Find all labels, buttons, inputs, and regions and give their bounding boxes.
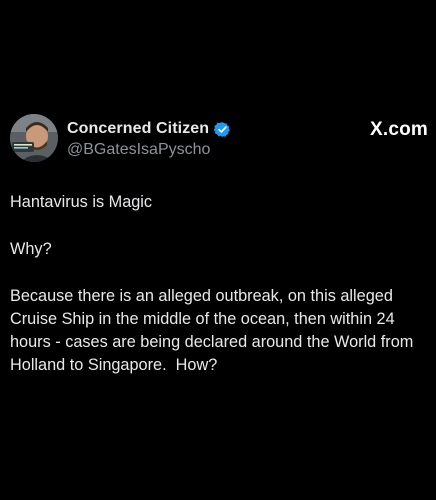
avatar[interactable] <box>10 114 58 162</box>
post-card: Concerned Citizen @BGatesIsaPyscho X.com… <box>0 0 436 500</box>
author-display-name[interactable]: Concerned Citizen <box>67 120 209 138</box>
avatar-image <box>10 114 58 162</box>
author-name-row: Concerned Citizen <box>67 120 231 138</box>
author-handle[interactable]: @BGatesIsaPyscho <box>67 141 210 159</box>
post-paragraph: Why? <box>10 240 52 258</box>
verified-badge-icon <box>214 121 231 138</box>
brand-logo: X.com <box>369 119 428 140</box>
post-body: Hantavirus is Magic Why? Because there i… <box>10 191 432 377</box>
post-paragraph: Hantavirus is Magic <box>10 193 153 211</box>
post-paragraph: Because there is an alleged outbreak, on… <box>10 287 418 374</box>
